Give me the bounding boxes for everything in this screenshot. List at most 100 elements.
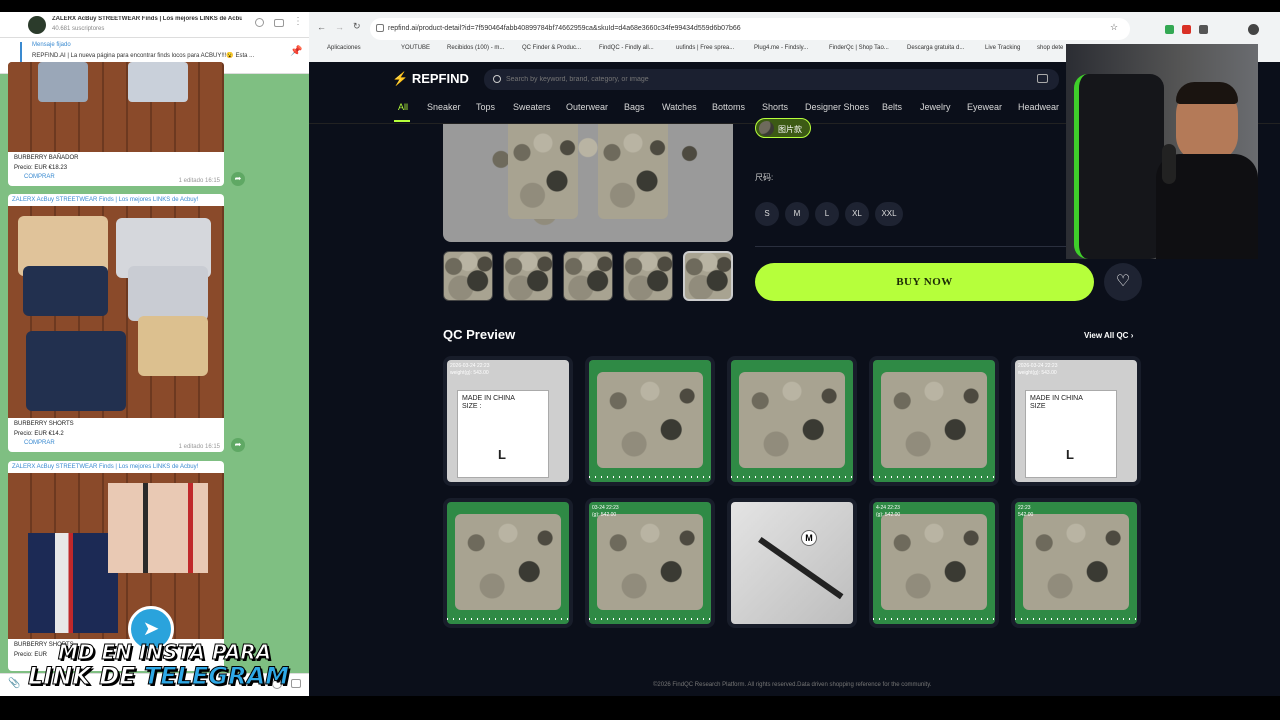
pin-icon[interactable]: 📌 [290, 46, 302, 57]
tag-size: L [498, 447, 506, 462]
category-headwear[interactable]: Headwear [1018, 102, 1059, 112]
qc-photo-card[interactable] [585, 356, 715, 486]
category-sneaker[interactable]: Sneaker [427, 102, 461, 112]
qc-photo-card[interactable] [727, 356, 857, 486]
qc-photo-card[interactable]: MADE IN CHINA SIZE L 2026-03-24 22:23 weig… [1011, 356, 1141, 486]
category-shorts[interactable]: Shorts [762, 102, 788, 112]
product-photo[interactable] [8, 206, 224, 418]
search-input[interactable] [506, 72, 1026, 87]
ruler [589, 618, 711, 620]
back-icon[interactable]: ← [317, 22, 326, 32]
product-photo[interactable] [8, 473, 224, 639]
ruler [1015, 618, 1137, 620]
qc-photo: 22:23 542.00 [1015, 502, 1137, 624]
bookmark-item[interactable]: FinderQc | Shop Tao... [829, 45, 889, 51]
channel-header[interactable]: ZALERX AcBuy STREETWEAR Finds | Los mejo… [0, 12, 309, 38]
bookmark-item[interactable]: FindQC - Findly all... [599, 45, 654, 51]
wishlist-heart-button[interactable]: ♡ [1104, 263, 1142, 301]
qc-photo-card[interactable]: 03-24 22:23 (g): 542.00 [585, 498, 715, 628]
url-text[interactable]: repfind.ai/product-detail?id=7f590464fab… [388, 25, 741, 32]
category-outerwear[interactable]: Outerwear [566, 102, 608, 112]
qc-photo-card[interactable] [443, 498, 573, 628]
divider [755, 246, 1075, 247]
qc-photo-card[interactable]: M [727, 498, 857, 628]
size-option-s[interactable]: S [755, 202, 779, 226]
camo-shorts [881, 372, 987, 468]
brand-name: REPFIND [411, 71, 469, 86]
category-bottoms[interactable]: Bottoms [712, 102, 745, 112]
telegram-panel: ZALERX AcBuy STREETWEAR Finds | Los mejo… [0, 12, 309, 696]
profile-avatar[interactable] [1248, 24, 1259, 35]
qc-photo: 03-24 22:23 (g): 542.00 [589, 502, 711, 624]
attach-icon[interactable]: 📎 [8, 678, 20, 689]
variant-chip[interactable]: 图片款 [755, 118, 811, 138]
bookmark-item[interactable]: Recibidos (100) - m... [447, 45, 504, 51]
active-category-underline [394, 120, 410, 122]
category-jewelry[interactable]: Jewelry [920, 102, 951, 112]
category-eyewear[interactable]: Eyewear [967, 102, 1002, 112]
qc-photo-card[interactable]: 4-24 22:23 (g): 542.00 [869, 498, 999, 628]
category-bags[interactable]: Bags [624, 102, 645, 112]
extension-icon[interactable] [1182, 25, 1191, 34]
forward-icon[interactable]: ➦ [231, 172, 245, 186]
reload-icon[interactable]: ↻ [353, 21, 361, 32]
category-all[interactable]: All [398, 102, 408, 112]
product-thumbnail[interactable] [563, 251, 613, 301]
image-search-icon[interactable] [1037, 74, 1048, 83]
size-option-l[interactable]: L [815, 202, 839, 226]
repfind-logo[interactable]: ⚡ REPFIND [392, 71, 469, 87]
size-option-xxl[interactable]: XXL [875, 202, 903, 226]
bookmark-item[interactable]: Plug4.me - Findsly... [754, 45, 808, 51]
search-box[interactable] [484, 69, 1059, 90]
forward-icon[interactable]: ➦ [231, 438, 245, 452]
product-thumbnail[interactable] [683, 251, 733, 301]
address-bar[interactable]: repfind.ai/product-detail?id=7f590464fab… [370, 18, 1130, 40]
buy-now-button[interactable]: BUY NOW [755, 263, 1094, 301]
star-icon[interactable]: ☆ [1110, 22, 1118, 33]
more-icon[interactable]: ⋮ [293, 16, 303, 27]
qc-photo [589, 360, 711, 482]
qc-photo: M [731, 502, 853, 624]
site-info-icon[interactable] [376, 24, 384, 32]
bookmark-item[interactable]: Live Tracking [985, 45, 1020, 51]
bookmark-item[interactable]: QC Finder & Produc... [522, 45, 581, 51]
channel-avatar[interactable] [28, 16, 46, 34]
channel-title: ZALERX AcBuy STREETWEAR Finds | Los mejo… [52, 16, 242, 22]
product-thumbnail[interactable] [623, 251, 673, 301]
category-tops[interactable]: Tops [476, 102, 495, 112]
camo-shorts [455, 514, 561, 610]
bookmark-item[interactable]: shop dete [1037, 45, 1063, 51]
size-option-m[interactable]: M [785, 202, 809, 226]
extension-icon[interactable] [1165, 25, 1174, 34]
qc-photo-card[interactable]: 22:23 542.00 [1011, 498, 1141, 628]
view-all-qc-label: View All QC [1084, 331, 1129, 340]
product-main-image[interactable] [443, 124, 733, 242]
message-sender[interactable]: ZALERX AcBuy STREETWEAR Finds | Los mejo… [8, 461, 224, 473]
qc-photo-card[interactable]: MADE IN CHINA SIZE : L 2026-03-24 22:23 we… [443, 356, 573, 486]
product-thumbnail[interactable] [443, 251, 493, 301]
product-thumbnail[interactable] [503, 251, 553, 301]
comments-icon[interactable] [274, 19, 284, 27]
qc-timestamp: 03-24 22:23 (g): 542.00 [592, 505, 619, 518]
category-watches[interactable]: Watches [662, 102, 697, 112]
message-sender[interactable]: ZALERX AcBuy STREETWEAR Finds | Los mejo… [8, 194, 224, 206]
view-all-qc-link[interactable]: View All QC › [1084, 331, 1133, 340]
qc-timestamp: 2026-03-24 22:23 weight(g): 543.00 [1018, 363, 1058, 376]
qc-timestamp: 4-24 22:23 (g): 542.00 [876, 505, 901, 518]
bookmark-item[interactable]: uufinds | Free sprea... [676, 45, 734, 51]
bookmark-item[interactable]: YOUTUBE [401, 45, 430, 51]
extension-icon[interactable] [1199, 25, 1208, 34]
category-sweaters[interactable]: Sweaters [513, 102, 551, 112]
bookmark-item[interactable]: Descarga gratuita d... [907, 45, 964, 51]
product-photo[interactable] [8, 62, 224, 152]
ruler [731, 476, 853, 478]
size-option-xl[interactable]: XL [845, 202, 869, 226]
search-icon[interactable] [255, 18, 264, 27]
promo-overlay-text: MD EN INSTA PARA LINK DE TELEGRAM [28, 640, 290, 689]
category-belts[interactable]: Belts [882, 102, 902, 112]
qc-photo-card[interactable] [869, 356, 999, 486]
camera-icon[interactable] [291, 679, 301, 688]
bookmark-apps[interactable]: Aplicaciones [327, 45, 361, 51]
forward-icon[interactable]: → [335, 22, 344, 32]
category-designer-shoes[interactable]: Designer Shoes [805, 102, 869, 112]
